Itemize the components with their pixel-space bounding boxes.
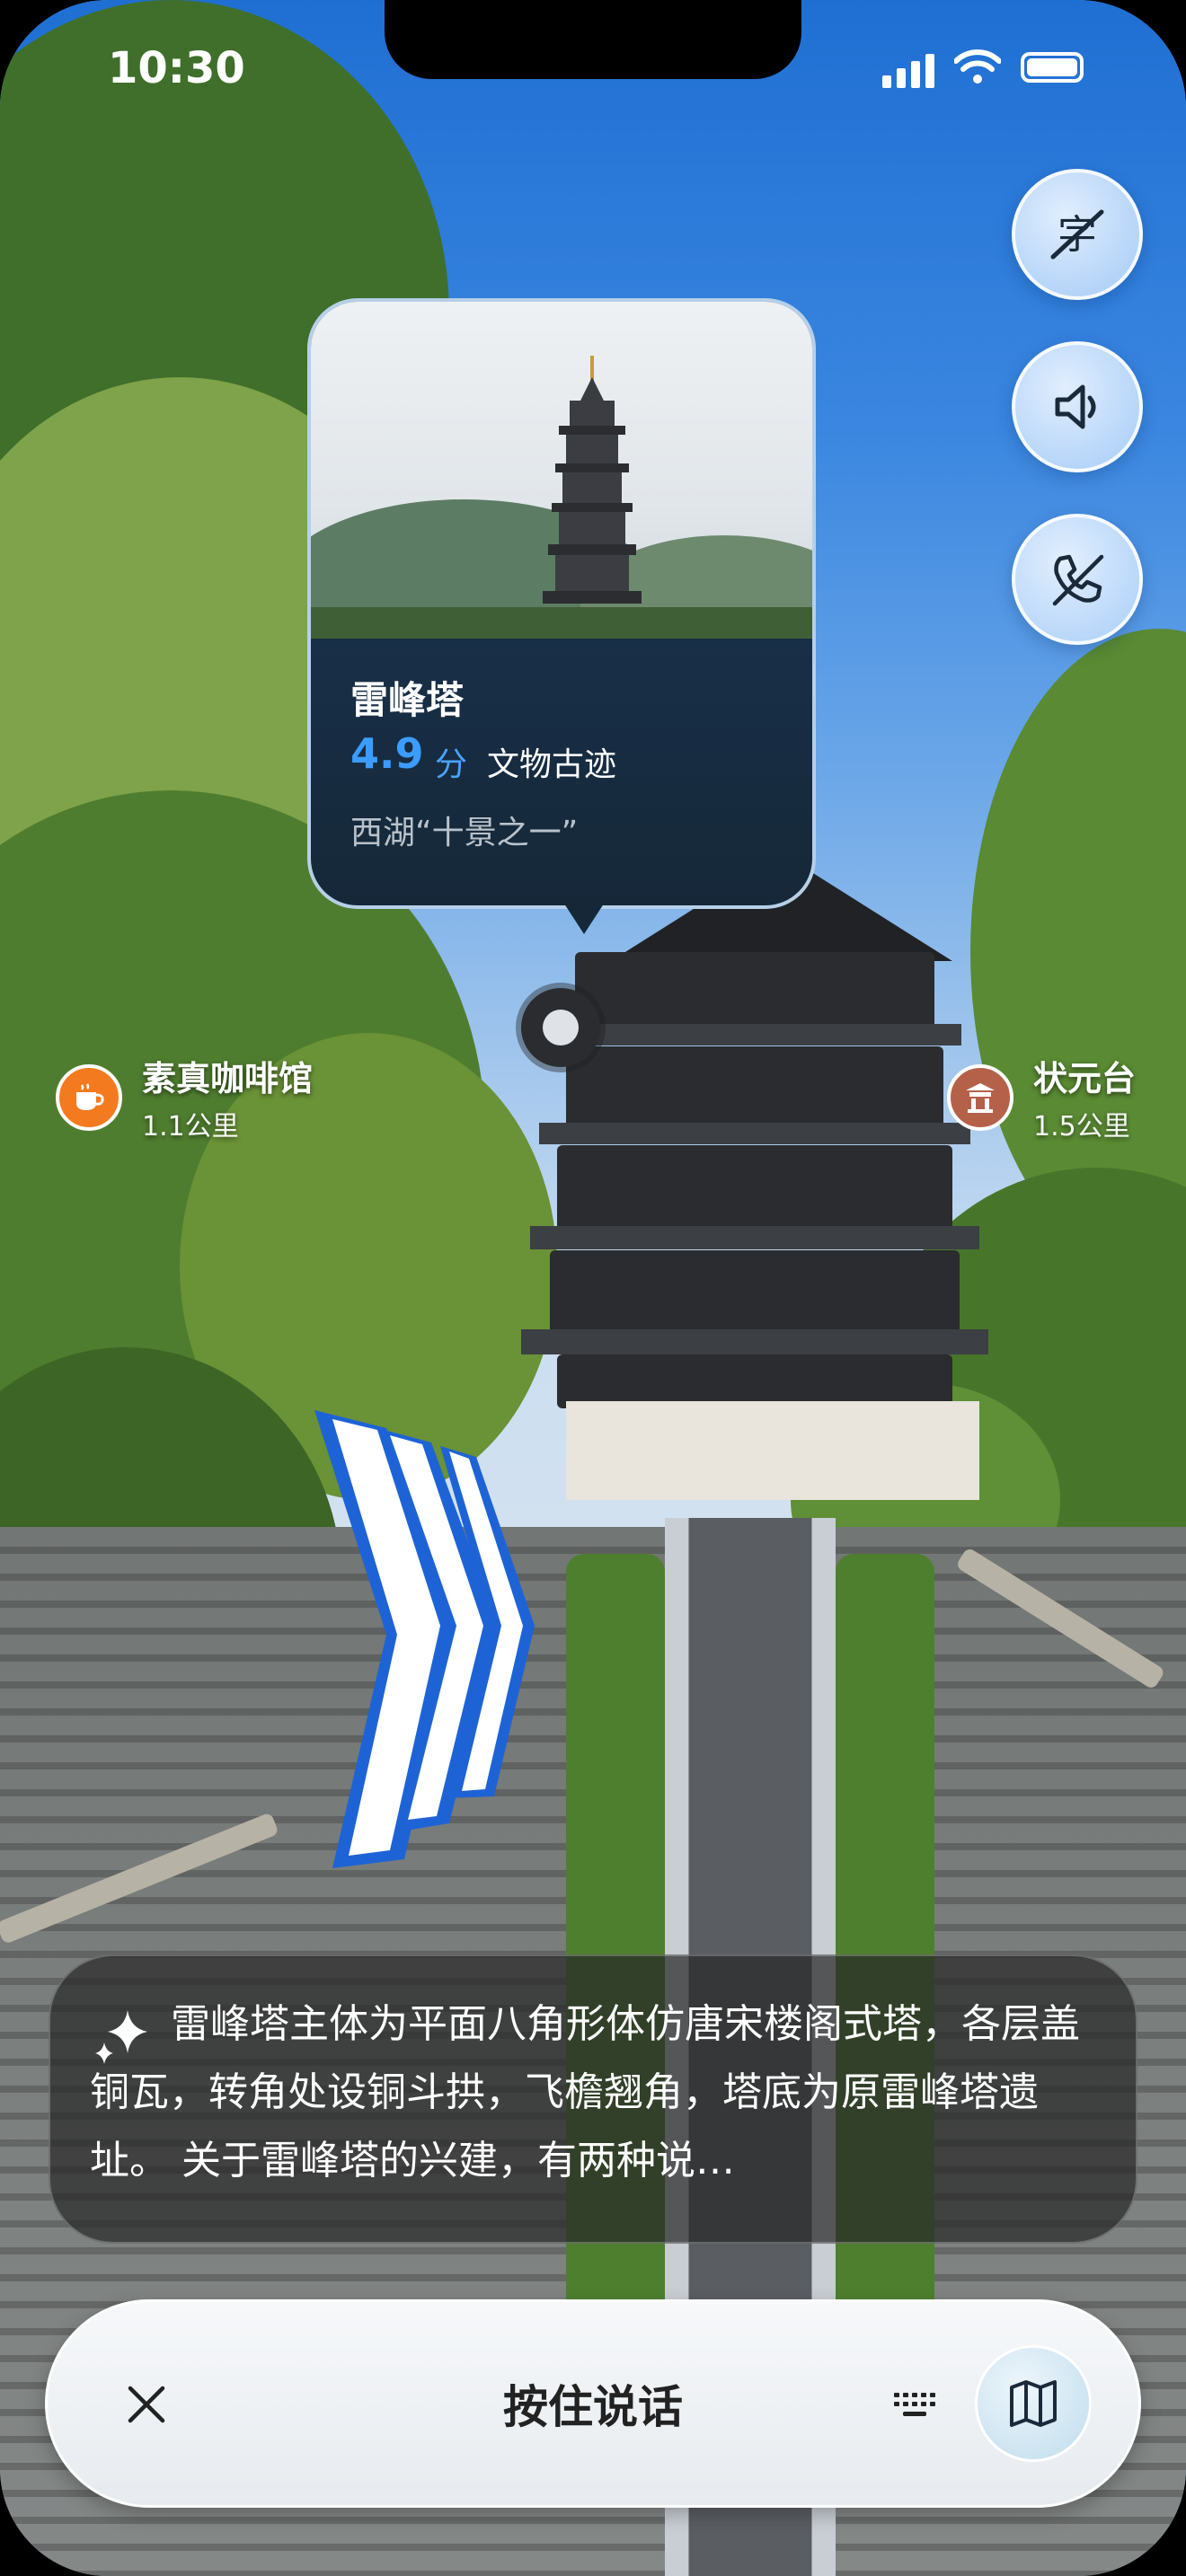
keyboard-button[interactable] bbox=[874, 2365, 955, 2446]
poi-rating: 4.9 bbox=[350, 729, 424, 778]
phone-off-icon bbox=[1052, 554, 1104, 606]
poi-card[interactable]: 雷峰塔 4.9 分 文物古迹 西湖“十景之一” bbox=[307, 298, 816, 909]
pagoda-tier bbox=[566, 1046, 943, 1132]
voice-input-bar[interactable]: 按住说话 bbox=[45, 2299, 1141, 2508]
pagoda-tier bbox=[557, 1354, 952, 1408]
nearby-poi-zhuangyuantai[interactable]: 状元台 1.5公里 bbox=[947, 1051, 1136, 1143]
pagoda-tier bbox=[575, 952, 934, 1033]
keyboard-icon bbox=[894, 2393, 935, 2416]
nearby-poi-name: 状元台 bbox=[1033, 1059, 1137, 1098]
pagoda-base bbox=[566, 1401, 979, 1500]
coffee-icon bbox=[56, 1063, 122, 1131]
ar-navigation-screen: 10:30 字 bbox=[0, 0, 1186, 2576]
narration-panel: 雷峰塔主体为平面八角形体仿唐宋楼阁式塔，各层盖铜瓦，转角处设铜斗拱，飞檐翘角，塔… bbox=[49, 1954, 1137, 2244]
dynamic-island bbox=[385, 0, 801, 79]
poi-rating-unit: 分 bbox=[435, 746, 468, 783]
map-button[interactable] bbox=[975, 2345, 1092, 2462]
poi-anchor-marker[interactable] bbox=[521, 988, 600, 1067]
sound-button[interactable] bbox=[1012, 341, 1143, 472]
signal-icon bbox=[882, 54, 940, 88]
pagoda-tier bbox=[550, 1250, 960, 1340]
poi-title: 雷峰塔 bbox=[350, 678, 465, 722]
poi-description: 西湖“十景之一” bbox=[350, 815, 579, 851]
wifi-icon bbox=[954, 49, 1001, 84]
narration-text: 雷峰塔主体为平面八角形体仿唐宋楼阁式塔，各层盖铜瓦，转角处设铜斗拱，飞檐翘角，塔… bbox=[90, 2001, 1080, 2183]
photo-trees bbox=[311, 607, 812, 639]
nearby-poi-distance: 1.1公里 bbox=[142, 1111, 239, 1142]
pagoda-eave bbox=[521, 1329, 988, 1354]
close-button[interactable] bbox=[103, 2361, 190, 2448]
subtitles-toggle-button[interactable]: 字 bbox=[1012, 169, 1143, 300]
nearby-poi-distance: 1.5公里 bbox=[1033, 1111, 1130, 1142]
pagoda-eave bbox=[548, 1024, 961, 1045]
close-icon bbox=[128, 2386, 165, 2423]
poi-category: 文物古迹 bbox=[487, 746, 617, 783]
battery-icon bbox=[1021, 52, 1084, 83]
nearby-poi-name: 素真咖啡馆 bbox=[142, 1059, 314, 1098]
speaker-icon bbox=[1055, 384, 1096, 429]
status-time: 10:30 bbox=[108, 43, 245, 93]
poi-photo bbox=[311, 302, 812, 639]
ar-direction-arrows bbox=[314, 1410, 535, 1868]
map-icon bbox=[1010, 2380, 1057, 2427]
pagoda-tier bbox=[557, 1145, 952, 1235]
pagoda-photo-icon bbox=[543, 356, 642, 604]
end-call-button[interactable] bbox=[1012, 514, 1143, 645]
subtitles-off-icon: 字 bbox=[1050, 209, 1104, 260]
nearby-poi-cafe[interactable]: 素真咖啡馆 1.1公里 bbox=[56, 1051, 313, 1143]
pagoda-eave bbox=[530, 1226, 979, 1249]
pavilion-icon bbox=[947, 1063, 1013, 1131]
status-bar: 10:30 bbox=[0, 0, 1186, 135]
poi-card-pointer bbox=[561, 898, 607, 934]
pagoda-eave bbox=[539, 1123, 970, 1144]
